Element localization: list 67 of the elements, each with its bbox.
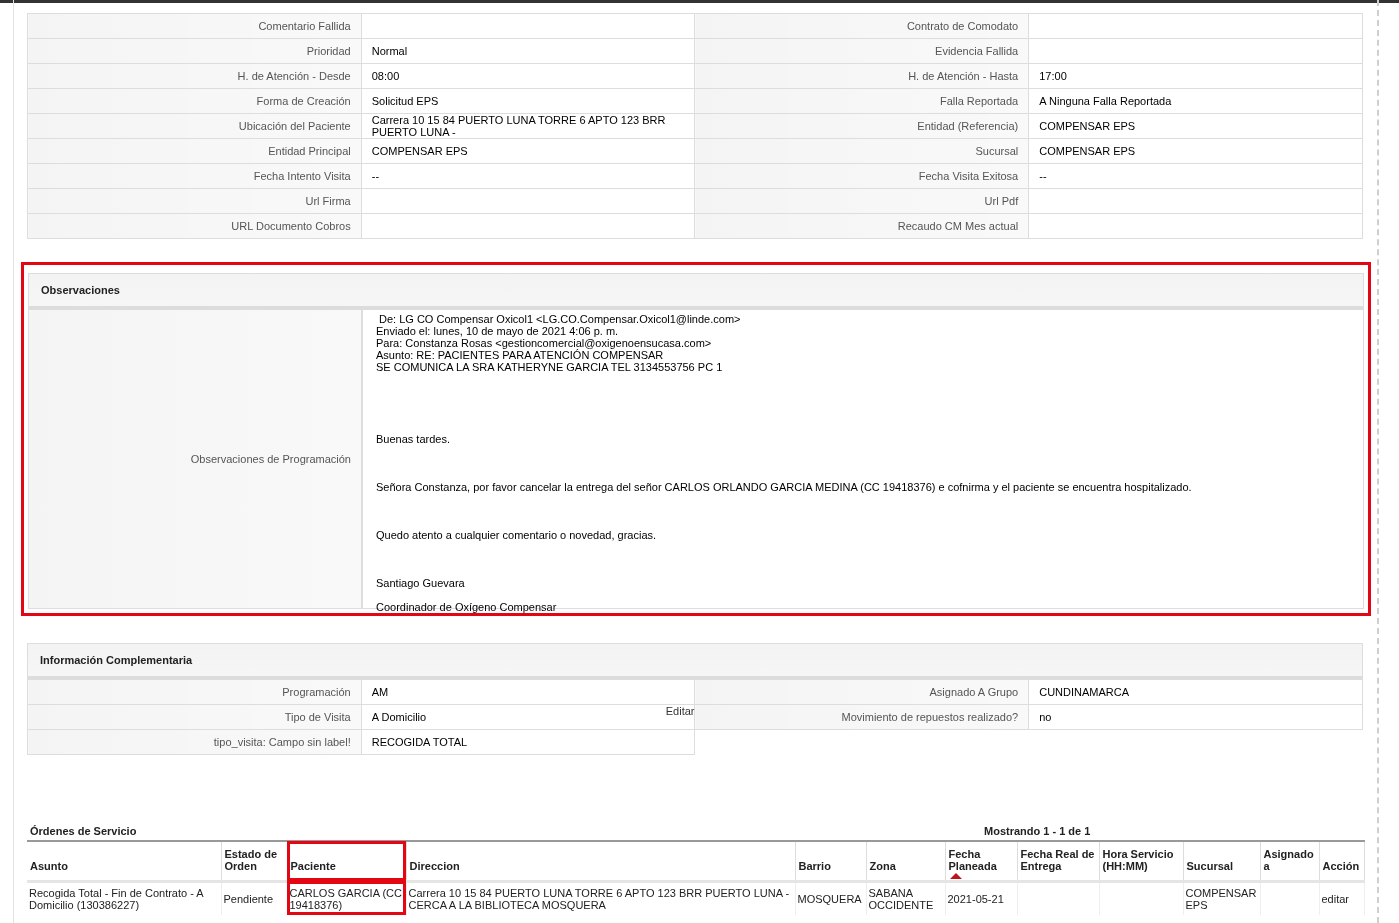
- table-cell: COMPENSAR EPS: [1183, 881, 1260, 915]
- table-cell: Carrera 10 15 84 PUERTO LUNA TORRE 6 APTO 123 BRR PUERTO LUNA - CERCA A LA BIBLIOTECA MOSQUERA: [406, 881, 795, 915]
- field-label: tipo_visita: Campo sin label!: [27, 729, 362, 755]
- field-value: Carrera 10 15 84 PUERTO LUNA TORRE 6 APTO 123 BRR PUERTO LUNA -: [361, 113, 695, 139]
- field-label: Movimiento de repuestos realizado?: [695, 704, 1029, 730]
- field-value: Normal: [361, 38, 695, 64]
- field-label: Ubicación del Paciente: [27, 113, 362, 139]
- field-label: Forma de Creación: [27, 88, 362, 114]
- field-label: Fecha Visita Exitosa: [695, 163, 1029, 189]
- field-value: RECOGIDA TOTAL: [361, 729, 695, 755]
- column-header[interactable]: Zona: [866, 841, 945, 881]
- field-label: Url Firma: [27, 188, 362, 214]
- field-label: Observaciones de Programación: [28, 309, 362, 609]
- field-label: Comentario Fallida: [27, 13, 362, 39]
- table-cell: SABANA OCCIDENTE: [866, 881, 945, 915]
- section-header: Observaciones: [28, 273, 1364, 309]
- column-header[interactable]: Barrio: [795, 841, 866, 881]
- table-cell: Pendiente: [221, 881, 287, 915]
- column-header[interactable]: Asunto: [27, 841, 221, 881]
- field-label: Contrato de Comodato: [695, 13, 1029, 39]
- field-label: Programación: [27, 679, 362, 705]
- field-value: COMPENSAR EPS: [1028, 113, 1363, 139]
- field-value: Solicitud EPS: [361, 88, 695, 114]
- field-label: Entidad (Referencia): [695, 113, 1029, 139]
- sort-arrow-icon[interactable]: [949, 872, 962, 879]
- field-value: COMPENSAR EPS: [1028, 138, 1363, 164]
- field-value: no: [1028, 704, 1363, 730]
- field-value: 17:00: [1028, 63, 1363, 89]
- table-cell: CARLOS GARCIA (CC: 19418376): [287, 881, 406, 915]
- field-label: Asignado A Grupo: [695, 679, 1029, 705]
- column-header[interactable]: Asignado a: [1260, 841, 1319, 881]
- edit-link[interactable]: editar: [1319, 881, 1364, 915]
- field-value: --: [361, 163, 695, 189]
- field-label: H. de Atención - Hasta: [695, 63, 1029, 89]
- field-label: Falla Reportada: [695, 88, 1029, 114]
- column-header[interactable]: Acción: [1319, 841, 1364, 881]
- field-label: Sucursal: [695, 138, 1029, 164]
- field-value: AM: [361, 679, 695, 705]
- field-value: A Ninguna Falla Reportada: [1028, 88, 1363, 114]
- field-value: CUNDINAMARCA: [1028, 679, 1363, 705]
- field-label: Entidad Principal: [27, 138, 362, 164]
- column-header[interactable]: Paciente: [287, 841, 406, 881]
- column-header[interactable]: Estado de Orden: [221, 841, 287, 881]
- field-label: H. de Atención - Desde: [27, 63, 362, 89]
- field-label: Fecha Intento Visita: [27, 163, 362, 189]
- field-value: COMPENSAR EPS: [361, 138, 695, 164]
- field-label: Evidencia Fallida: [695, 38, 1029, 64]
- edit-link[interactable]: Editar: [665, 705, 695, 717]
- table-title: Órdenes de Servicio: [29, 824, 138, 840]
- column-header[interactable]: Direccion: [406, 841, 795, 881]
- table-cell: Recogida Total - Fin de Contrato - A Domicilio (130386227): [27, 881, 221, 915]
- field-label: Tipo de Visita: [27, 704, 362, 730]
- field-value: 08:00: [361, 63, 695, 89]
- column-header[interactable]: Hora Servicio (HH:MM): [1099, 841, 1183, 881]
- field-label: Recaudo CM Mes actual: [695, 213, 1029, 239]
- table-cell: 2021-05-21: [945, 881, 1017, 915]
- field-label: Url Pdf: [695, 188, 1029, 214]
- table-cell: MOSQUERA: [795, 881, 866, 915]
- column-header[interactable]: Fecha Real de Entrega: [1017, 841, 1099, 881]
- column-header[interactable]: Sucursal: [1183, 841, 1260, 881]
- field-label: URL Documento Cobros: [27, 213, 362, 239]
- field-value: --: [1028, 163, 1363, 189]
- field-value: A Domicilio Editar: [361, 704, 695, 730]
- field-label: Prioridad: [27, 38, 362, 64]
- result-count: Mostrando 1 - 1 de 1: [984, 824, 1091, 840]
- column-header[interactable]: Fecha Planeada: [945, 841, 1017, 881]
- section-header: Información Complementaria: [27, 643, 1363, 679]
